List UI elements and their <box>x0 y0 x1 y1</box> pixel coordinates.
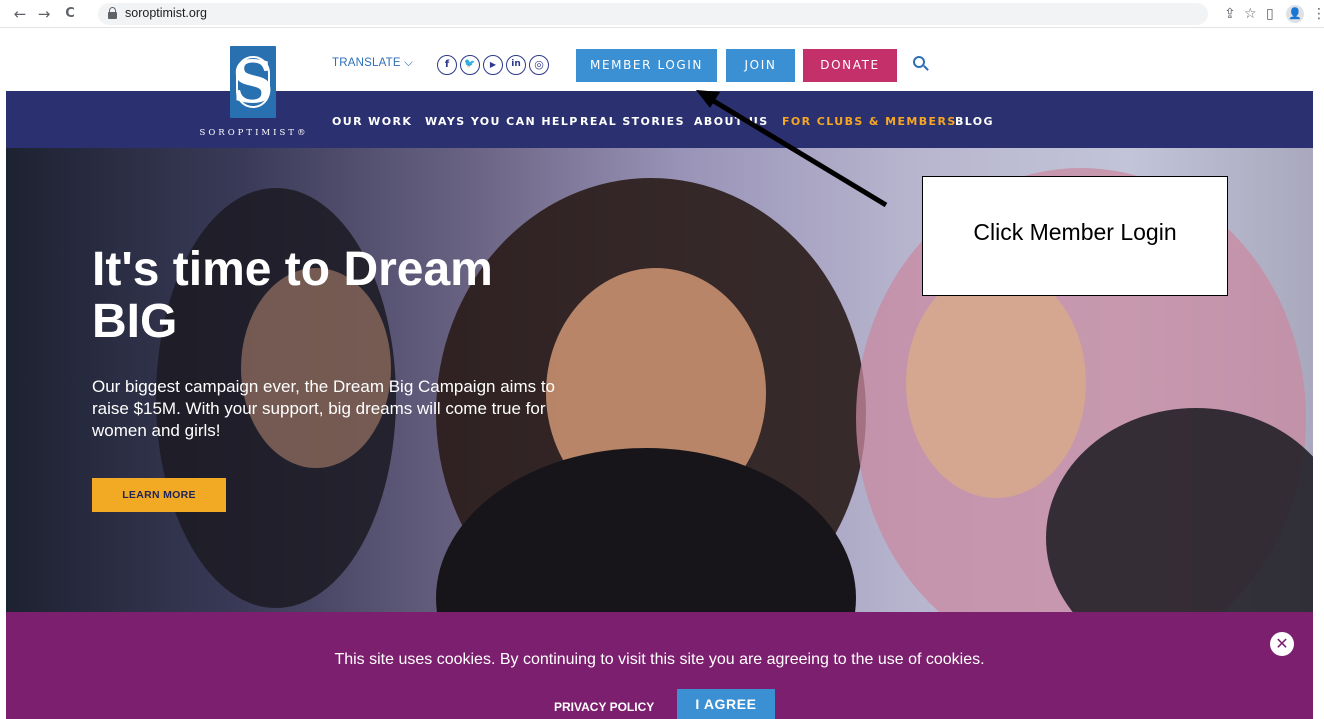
bookmark-star-icon[interactable]: ☆ <box>1244 4 1257 24</box>
annotation-text: Click Member Login <box>973 219 1177 245</box>
browser-menu-icon[interactable]: ⋮ <box>1312 4 1324 24</box>
nav-real-stories[interactable]: REAL STORIES <box>580 115 685 128</box>
nav-for-clubs-and-members[interactable]: FOR CLUBS & MEMBERS <box>782 115 957 128</box>
facebook-icon[interactable]: f <box>437 55 457 75</box>
translate-dropdown[interactable]: TRANSLATE ⌵ <box>332 57 413 70</box>
hero-description: Our biggest campaign ever, the Dream Big… <box>92 377 556 440</box>
annotation-callout: Click Member Login <box>922 176 1228 296</box>
twitter-icon[interactable]: 🐦 <box>460 55 480 75</box>
nav-blog[interactable]: BLOG <box>955 115 994 128</box>
soroptimist-logo[interactable]: S <box>230 46 276 118</box>
logo-wordmark: SOROPTIMIST® <box>199 128 309 138</box>
linkedin-icon[interactable]: in <box>506 55 526 75</box>
join-button[interactable]: JOIN <box>726 49 795 82</box>
side-panel-icon[interactable]: ▯ <box>1266 4 1274 24</box>
instagram-icon[interactable]: ◎ <box>529 55 549 75</box>
search-icon[interactable] <box>913 56 930 73</box>
address-url: soroptimist.org <box>125 6 207 20</box>
i-agree-button[interactable]: I AGREE <box>677 689 775 719</box>
nav-ways-you-can-help[interactable]: WAYS YOU CAN HELP <box>425 115 579 128</box>
nav-our-work[interactable]: OUR WORK <box>332 115 412 128</box>
donate-button[interactable]: DONATE <box>803 49 897 82</box>
nav-about-us[interactable]: ABOUT US <box>694 115 769 128</box>
browser-toolbar: ← → C soroptimist.org ⇪ ☆ ▯ 👤 ⋮ <box>0 0 1324 28</box>
page-gutter <box>1313 91 1324 719</box>
share-icon[interactable]: ⇪ <box>1224 4 1236 24</box>
cookie-banner: This site uses cookies. By continuing to… <box>6 612 1313 719</box>
address-bar[interactable]: soroptimist.org <box>98 3 1208 25</box>
cookie-message: This site uses cookies. By continuing to… <box>334 651 985 668</box>
youtube-icon[interactable]: ▶ <box>483 55 503 75</box>
privacy-policy-link[interactable]: PRIVACY POLICY <box>554 700 654 714</box>
hero-photo-face-right <box>906 268 1086 498</box>
member-login-button[interactable]: MEMBER LOGIN <box>576 49 717 82</box>
hero-title: It's time to Dream BIG <box>92 243 493 348</box>
reload-icon[interactable]: C <box>60 4 80 24</box>
lock-icon <box>108 7 117 20</box>
learn-more-button[interactable]: LEARN MORE <box>92 478 226 512</box>
close-icon[interactable]: ✕ <box>1270 632 1294 656</box>
forward-icon[interactable]: → <box>34 4 54 24</box>
profile-icon[interactable]: 👤 <box>1286 5 1304 23</box>
back-icon[interactable]: ← <box>10 4 30 24</box>
